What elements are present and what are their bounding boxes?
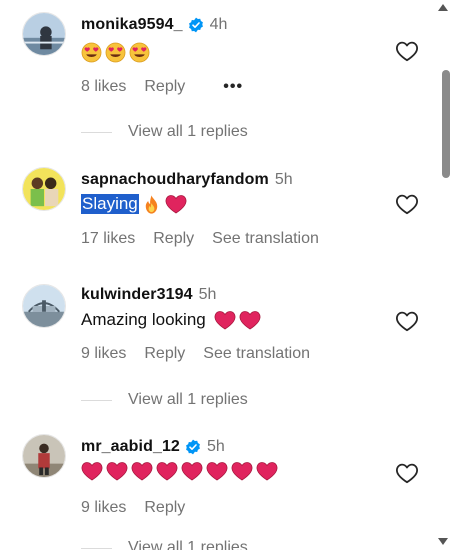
username[interactable]: monika9594_ <box>81 16 183 34</box>
heart-eyes-emoji-icon <box>81 42 102 62</box>
comment-header: monika9594_ 4h <box>81 14 227 36</box>
comment-time: 4h <box>209 16 228 33</box>
like-heart-icon[interactable] <box>395 40 419 62</box>
comment-text: Slaying <box>81 191 190 217</box>
see-translation-button[interactable]: See translation <box>203 345 310 363</box>
username[interactable]: mr_aabid_12 <box>81 438 180 456</box>
heart-eyes-emoji-icon <box>129 42 150 62</box>
likes-count[interactable]: 9 likes <box>81 499 126 517</box>
red-heart-emoji-icon <box>239 311 261 330</box>
reply-button[interactable]: Reply <box>144 499 185 517</box>
username[interactable]: kulwinder3194 <box>81 286 193 304</box>
fire-emoji-icon <box>145 194 157 214</box>
comment-time: 5h <box>274 171 293 188</box>
red-heart-emoji-icon <box>81 462 103 481</box>
reply-button[interactable]: Reply <box>153 230 194 248</box>
avatar[interactable] <box>22 167 66 211</box>
selected-text: Slaying <box>81 194 139 214</box>
red-heart-emoji-icon <box>181 462 203 481</box>
comment-actions: 9 likes Reply See translation <box>81 343 328 365</box>
red-heart-emoji-icon <box>231 462 253 481</box>
comment-actions: 8 likes Reply ••• <box>81 76 261 98</box>
comment-header: kulwinder3194 5h <box>81 284 216 306</box>
divider-line <box>81 399 112 401</box>
divider-line <box>81 131 112 133</box>
username[interactable]: sapnachoudharyfandom <box>81 171 269 189</box>
view-replies-link[interactable]: View all 1 replies <box>81 121 248 143</box>
like-heart-icon[interactable] <box>395 462 419 484</box>
reply-button[interactable]: Reply <box>144 78 185 96</box>
verified-badge-icon <box>188 17 203 33</box>
comment-time: 5h <box>206 438 225 455</box>
comments-list[interactable]: monika9594_ 4h 8 likes Reply ••• View al… <box>0 0 435 550</box>
red-heart-emoji-icon <box>214 311 236 330</box>
view-replies-label[interactable]: View all 1 replies <box>128 391 248 409</box>
comment-text <box>81 459 281 483</box>
scroll-up-arrow-icon[interactable] <box>438 4 448 11</box>
view-replies-label[interactable]: View all 1 replies <box>128 539 248 550</box>
comment-body: Amazing looking <box>81 310 206 329</box>
likes-count[interactable]: 9 likes <box>81 345 126 363</box>
divider-line <box>81 547 112 549</box>
red-heart-emoji-icon <box>165 195 187 214</box>
view-replies-label[interactable]: View all 1 replies <box>128 123 248 141</box>
comment-time: 5h <box>198 286 217 303</box>
view-replies-link[interactable]: View all 1 replies <box>81 537 248 550</box>
see-translation-button[interactable]: See translation <box>212 230 319 248</box>
comment-actions: 17 likes Reply See translation <box>81 228 337 250</box>
verified-badge-icon <box>186 439 200 455</box>
red-heart-emoji-icon <box>206 462 228 481</box>
comment-header: mr_aabid_12 5h <box>81 436 225 458</box>
like-heart-icon[interactable] <box>395 193 419 215</box>
red-heart-emoji-icon <box>256 462 278 481</box>
likes-count[interactable]: 17 likes <box>81 230 135 248</box>
comment-actions: 9 likes Reply <box>81 497 203 519</box>
scroll-down-arrow-icon[interactable] <box>438 538 448 545</box>
avatar[interactable] <box>22 284 66 328</box>
avatar[interactable] <box>22 434 66 478</box>
comment-text <box>81 40 153 64</box>
more-options-button[interactable]: ••• <box>223 78 243 96</box>
reply-button[interactable]: Reply <box>144 345 185 363</box>
comment-text: Amazing looking <box>81 308 264 332</box>
heart-eyes-emoji-icon <box>105 42 126 62</box>
red-heart-emoji-icon <box>156 462 178 481</box>
likes-count[interactable]: 8 likes <box>81 78 126 96</box>
comment-header: sapnachoudharyfandom 5h <box>81 169 293 191</box>
like-heart-icon[interactable] <box>395 310 419 332</box>
scrollbar-thumb[interactable] <box>442 70 450 178</box>
vertical-scrollbar[interactable] <box>435 0 455 550</box>
red-heart-emoji-icon <box>106 462 128 481</box>
red-heart-emoji-icon <box>131 462 153 481</box>
avatar[interactable] <box>22 12 66 56</box>
view-replies-link[interactable]: View all 1 replies <box>81 389 248 411</box>
